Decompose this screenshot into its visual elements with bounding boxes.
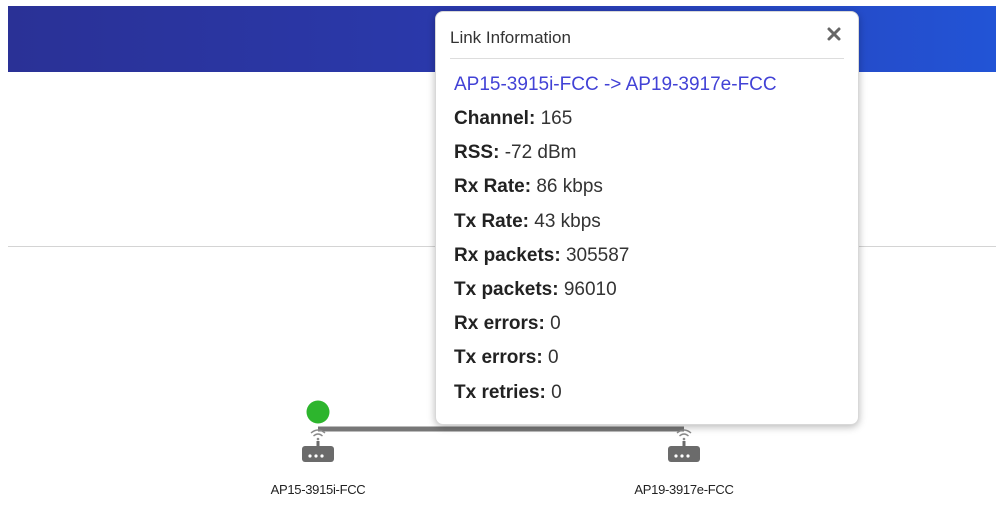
stat-value: 305587 (565, 244, 630, 266)
stat-label: Rx errors: (454, 313, 545, 335)
stat-tx-rate: Tx Rate: 43 kbps (454, 205, 848, 239)
wifi-signal-icon (676, 429, 692, 441)
stat-value: -72 dBm (504, 142, 577, 164)
link-name[interactable]: AP15-3915i-FCC -> AP19-3917e-FCC (454, 68, 848, 102)
popup-body: AP15-3915i-FCC -> AP19-3917e-FCC Channel… (454, 68, 848, 410)
stat-label: Rx Rate: (454, 176, 532, 198)
popup-title: Link Information (450, 28, 571, 47)
stat-label: Channel: (454, 108, 536, 129)
close-icon[interactable] (824, 24, 844, 44)
stat-label: Tx packets: (454, 279, 559, 301)
popup-header: Link Information (450, 12, 844, 59)
stat-value: 43 kbps (534, 210, 601, 232)
stat-rx-errors: Rx errors: 0 (454, 307, 848, 341)
node-label-ap19: AP19-3917e-FCC (634, 482, 734, 497)
stat-tx-retries: Tx retries: 0 (454, 376, 848, 410)
stat-label: Tx retries: (454, 381, 546, 403)
wifi-signal-icon (310, 429, 326, 441)
stat-label: Tx Rate: (454, 210, 529, 232)
link-information-popup: Link Information AP15-3915i-FCC -> AP19-… (435, 11, 859, 425)
stat-label: Tx errors: (454, 347, 543, 369)
stat-label: Rx packets: (454, 244, 561, 266)
access-point-icon[interactable] (668, 429, 700, 462)
node-label-ap15: AP15-3915i-FCC (270, 482, 366, 497)
stat-rx-rate: Rx Rate: 86 kbps (454, 170, 848, 204)
stat-tx-packets: Tx packets: 96010 (454, 273, 848, 307)
stat-rx-packets: Rx packets: 305587 (454, 239, 848, 273)
stat-value: 165 (540, 108, 573, 129)
stat-value: 86 kbps (536, 176, 603, 198)
stat-value: 0 (551, 381, 562, 403)
stat-tx-errors: Tx errors: 0 (454, 341, 848, 375)
stat-value: 96010 (563, 279, 617, 301)
topology-page: AP15-3915i-FCC AP19-3917e-FCC Link Infor… (0, 0, 996, 531)
stat-label: RSS: (454, 142, 500, 164)
stat-channel: Channel: 165 (454, 102, 848, 136)
access-point-icon[interactable] (302, 429, 334, 462)
stat-value: 0 (547, 347, 559, 369)
stat-rss: RSS: -72 dBm (454, 136, 848, 170)
stat-value: 0 (550, 313, 561, 335)
online-status-dot (306, 400, 330, 424)
